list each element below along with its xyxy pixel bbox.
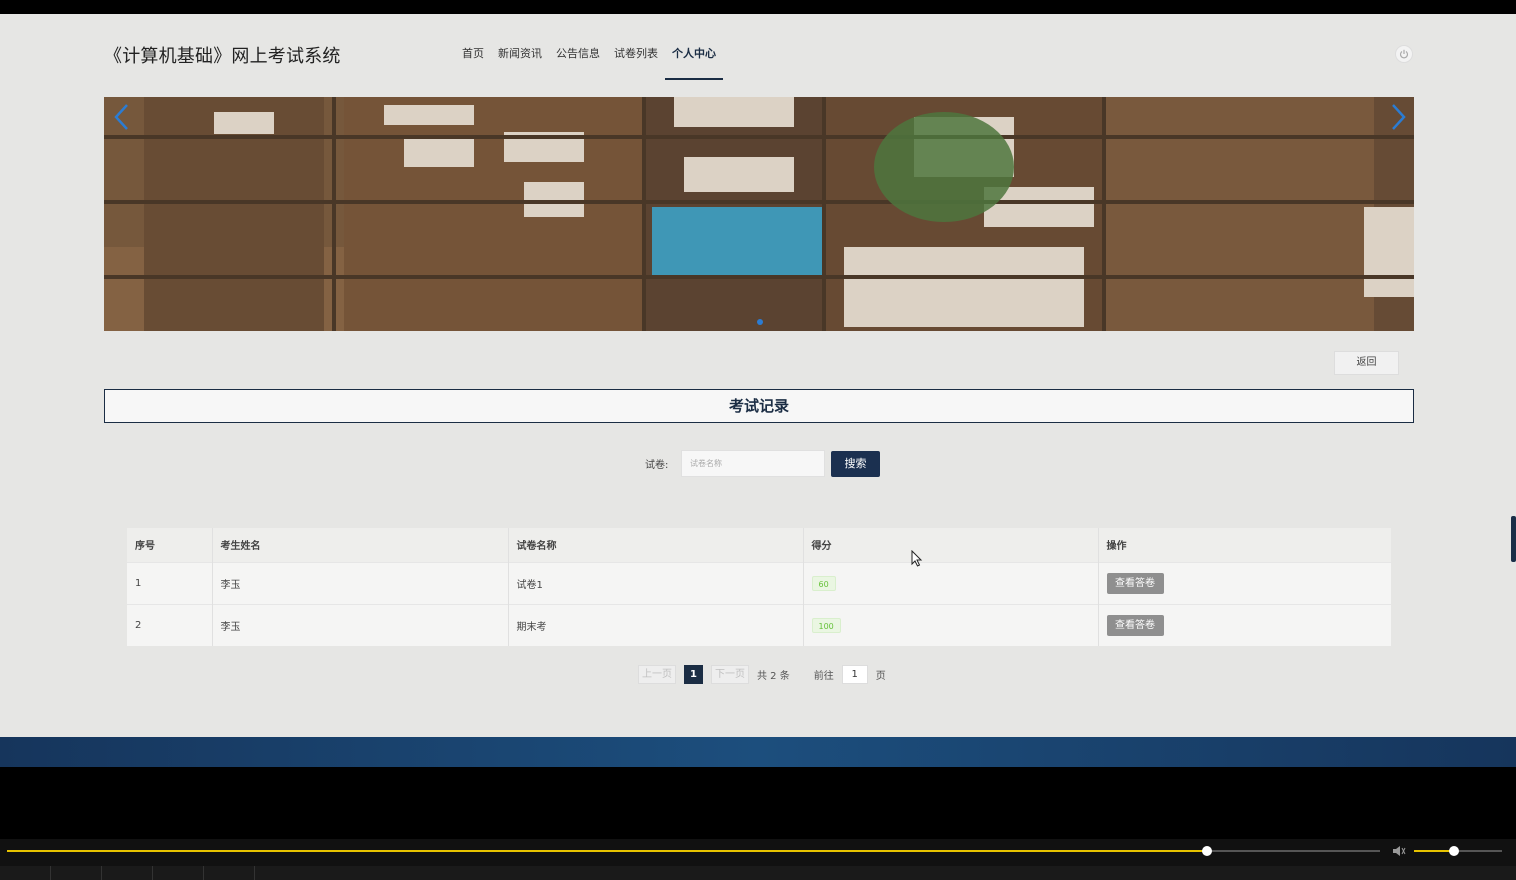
strip-tab[interactable] [51,866,102,880]
row-index: 2 [127,603,213,646]
bottom-tab-strip [0,866,1516,880]
back-button[interactable]: 返回 [1334,351,1399,375]
page: 《计算机基础》网上考试系统 首页 新闻资讯 公告信息 试卷列表 个人中心 返回 … [0,14,1516,737]
search-input[interactable]: 试卷名称 [681,450,825,477]
volume-level [1414,850,1454,852]
row-name: 李玉 [212,603,509,646]
search-label: 试卷: [645,460,669,471]
site-title: 《计算机基础》网上考试系统 [104,46,341,67]
speaker-icon[interactable] [1391,843,1407,859]
strip-tab[interactable] [102,866,153,880]
nav-item-news[interactable]: 新闻资讯 [491,46,549,80]
chevron-left-icon [114,104,128,130]
score-badge: 60 [811,575,836,591]
video-player-controls [0,839,1516,880]
seek-bar[interactable] [7,846,1380,856]
nav-item-home[interactable]: 首页 [455,46,491,80]
nav-item-notices[interactable]: 公告信息 [549,46,607,80]
nav-item-papers[interactable]: 试卷列表 [607,46,665,80]
view-answer-button[interactable]: 查看答卷 [1106,614,1164,636]
score-badge: 100 [811,617,841,633]
logout-button[interactable] [1395,45,1413,63]
row-paper: 期末考 [508,603,804,646]
next-page-button[interactable]: 下一页 [711,665,749,684]
carousel-prev-button[interactable] [110,101,134,133]
page-number-current[interactable]: 1 [684,665,703,684]
exam-records-table: 序号 考生姓名 试卷名称 得分 操作 1 李玉 试卷1 60 查看答卷 2 李玉… [127,528,1391,646]
table-header-row: 序号 考生姓名 试卷名称 得分 操作 [127,528,1391,562]
row-score-cell: 60 [803,561,1099,604]
table-row: 2 李玉 期末考 100 查看答卷 [127,603,1391,646]
site-footer [0,737,1516,767]
goto-page-input[interactable]: 1 [841,665,868,684]
column-header: 操作 [1098,528,1391,562]
goto-label: 前往 [813,671,834,682]
row-action-cell: 查看答卷 [1098,561,1391,604]
section-title: 考试记录 [104,389,1414,423]
row-name: 李玉 [212,561,509,604]
view-answer-button[interactable]: 查看答卷 [1106,572,1164,594]
column-header: 得分 [803,528,1099,562]
strip-tab[interactable] [153,866,204,880]
row-score-cell: 100 [803,603,1099,646]
mouse-cursor-icon [911,550,923,567]
table-row: 1 李玉 试卷1 60 查看答卷 [127,561,1391,604]
chevron-right-icon [1392,104,1406,130]
page-scrollbar[interactable] [1511,516,1516,562]
search-button[interactable]: 搜索 [831,451,880,477]
bookshelf-image [104,97,1414,331]
main-nav: 首页 新闻资讯 公告信息 试卷列表 个人中心 [455,46,723,80]
pagination: 上一页 1 下一页 共 2 条 前往 1 页 [638,665,886,684]
nav-item-profile[interactable]: 个人中心 [665,46,723,80]
seek-progress [7,850,1207,852]
power-icon [1399,49,1409,59]
column-header: 序号 [127,528,213,562]
seek-handle[interactable] [1202,846,1212,856]
strip-tab[interactable] [204,866,255,880]
carousel-indicator[interactable] [757,319,763,325]
carousel-next-button[interactable] [1386,101,1410,133]
column-header: 试卷名称 [508,528,804,562]
site-header: 《计算机基础》网上考试系统 首页 新闻资讯 公告信息 试卷列表 个人中心 [0,14,1516,94]
top-black-bar [0,0,1516,14]
prev-page-button[interactable]: 上一页 [638,665,676,684]
row-action-cell: 查看答卷 [1098,603,1391,646]
page-suffix: 页 [875,671,886,682]
volume-slider[interactable] [1414,846,1502,856]
banner-carousel[interactable] [104,97,1414,331]
total-count: 共 2 条 [757,671,790,682]
strip-tab[interactable] [0,866,51,880]
volume-handle[interactable] [1448,846,1459,856]
row-index: 1 [127,561,213,604]
row-paper: 试卷1 [508,561,804,604]
column-header: 考生姓名 [212,528,509,562]
